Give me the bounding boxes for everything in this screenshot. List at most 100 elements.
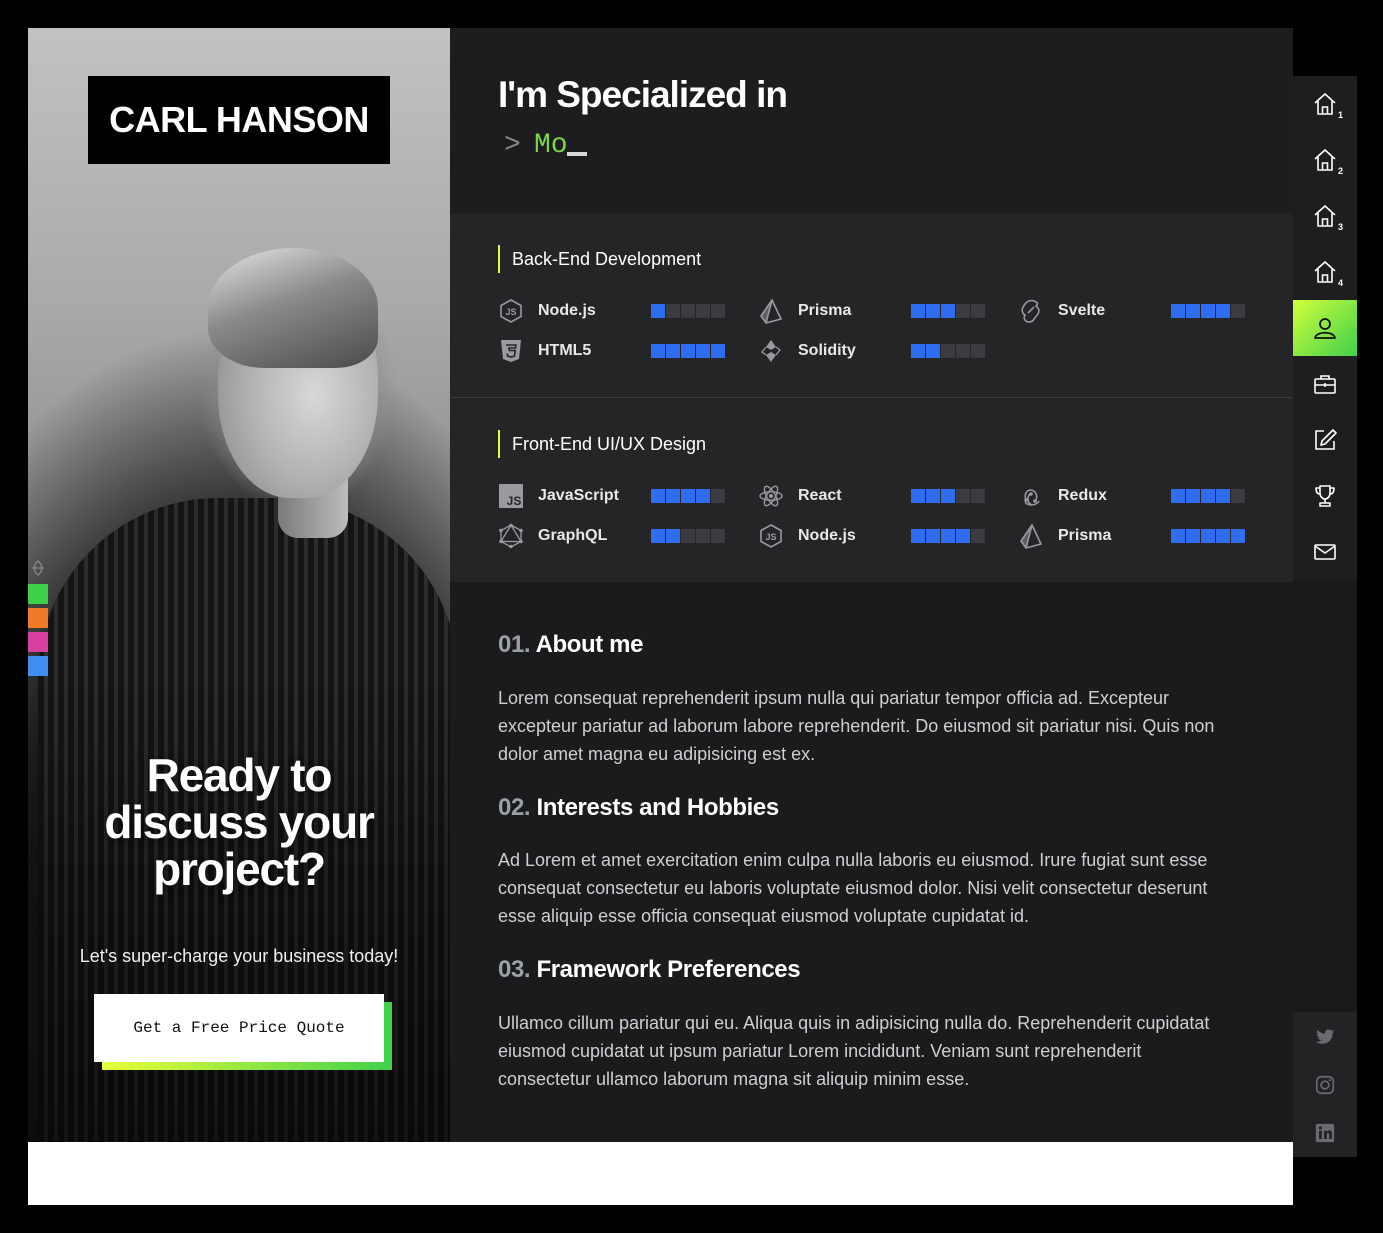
skill-level-segment: [1201, 529, 1215, 543]
about-number: 02.: [498, 794, 531, 821]
skill-name: GraphQL: [538, 527, 608, 544]
about-heading-2: 02. Interests and Hobbies: [498, 794, 779, 822]
backend-skill: HTML5: [498, 337, 651, 365]
frontend-skill: JS JavaScript: [498, 482, 651, 510]
color-swatch-pink[interactable]: [28, 632, 48, 652]
skill-level-segment: [971, 344, 985, 358]
skill-level-segment: [1186, 529, 1200, 543]
skill-level-segment: [1171, 304, 1185, 318]
specialized-title: I'm Specialized in: [498, 74, 788, 115]
nav-item-mail[interactable]: [1293, 524, 1357, 580]
nav-item-user[interactable]: [1293, 300, 1357, 356]
skill-level-segment: [666, 344, 680, 358]
nav-item-briefcase[interactable]: [1293, 356, 1357, 412]
skill-level-segment: [956, 489, 970, 503]
cta-title: Ready to discuss your project?: [28, 752, 450, 893]
logo[interactable]: CARL HANSON: [88, 76, 390, 164]
cta-title-line: project?: [153, 843, 326, 895]
nodejs-icon: JS: [758, 523, 784, 549]
home-icon: [1312, 203, 1338, 229]
skill-name: HTML5: [538, 342, 592, 359]
skill-name: Prisma: [798, 302, 852, 319]
backend-skill: Svelte: [1018, 297, 1171, 325]
skill-level-segment: [711, 344, 725, 358]
about-paragraph-3: Ullamco cillum pariatur qui eu. Aliqua q…: [498, 1013, 1210, 1089]
home-icon: [1312, 259, 1338, 285]
skill-level-segment: [911, 344, 925, 358]
color-swatch-blue[interactable]: [28, 656, 48, 676]
skill-level-segment: [696, 304, 710, 318]
skill-level-segment: [681, 304, 695, 318]
skill-name: React: [798, 487, 842, 504]
user-icon: [1312, 315, 1338, 341]
skill-level-segment: [651, 344, 665, 358]
home-icon: [1312, 147, 1338, 173]
skill-level-segment: [926, 344, 940, 358]
about-number: 03.: [498, 956, 531, 983]
skill-level-bar: [911, 489, 985, 503]
skill-level-segment: [711, 304, 725, 318]
skill-level-segment: [1231, 304, 1245, 318]
react-icon: [758, 483, 784, 509]
specialized-header: [450, 28, 1293, 213]
frontend-heading: Front-End UI/UX Design: [498, 430, 706, 458]
skill-name: Node.js: [538, 302, 596, 319]
nav-item-number: 1: [1338, 110, 1344, 120]
svg-text:JS: JS: [765, 532, 776, 542]
skill-level-segment: [1201, 304, 1215, 318]
color-swatch-orange[interactable]: [28, 608, 48, 628]
linkedin-link[interactable]: [1293, 1109, 1357, 1157]
skill-level-segment: [696, 489, 710, 503]
typed-text: Mo: [534, 130, 568, 161]
skill-level-segment: [926, 489, 940, 503]
skill-level-bar: [911, 529, 985, 543]
about-paragraph-2: Ad Lorem et amet exercitation enim culpa…: [498, 850, 1208, 926]
skill-name: JavaScript: [538, 487, 619, 504]
cta-subtitle: Let's super-charge your business today!: [79, 946, 399, 966]
hero-panel: [28, 28, 450, 1142]
about-paragraph-1: Lorem consequat reprehenderit ipsum null…: [498, 688, 1215, 764]
skill-level-segment: [971, 529, 985, 543]
backend-skill: Prisma: [758, 297, 911, 325]
html5-icon: [498, 338, 524, 364]
skill-level-segment: [1231, 529, 1245, 543]
palette-icon[interactable]: [30, 560, 46, 576]
about-number: 01.: [498, 631, 531, 658]
skill-level-segment: [926, 529, 940, 543]
nav-item-home-3[interactable]: 3: [1293, 188, 1357, 244]
nav-item-home-1[interactable]: 1: [1293, 76, 1357, 132]
skill-level-segment: [666, 304, 680, 318]
nav-item-number: 3: [1338, 222, 1344, 232]
nodejs-icon: JS: [498, 298, 524, 324]
skill-level-segment: [911, 489, 925, 503]
prompt-chevron: >: [504, 130, 521, 161]
skill-level-segment: [681, 529, 695, 543]
color-swatch-green[interactable]: [28, 584, 48, 604]
twitter-icon: [1314, 1026, 1336, 1048]
frontend-skill: React: [758, 482, 911, 510]
backend-skill: JS Node.js: [498, 297, 651, 325]
twitter-link[interactable]: [1293, 1013, 1357, 1061]
nav-item-edit[interactable]: [1293, 412, 1357, 468]
free-quote-button[interactable]: Get a Free Price Quote: [94, 994, 384, 1062]
skill-level-bar: [911, 344, 985, 358]
trophy-icon: [1312, 483, 1338, 509]
skill-level-segment: [971, 489, 985, 503]
skill-level-segment: [651, 529, 665, 543]
skill-level-segment: [1171, 489, 1185, 503]
nav-item-trophy[interactable]: [1293, 468, 1357, 524]
skill-level-segment: [911, 304, 925, 318]
skill-level-segment: [696, 344, 710, 358]
mail-icon: [1312, 539, 1338, 565]
nav-item-home-4[interactable]: 4: [1293, 244, 1357, 300]
nav-item-home-2[interactable]: 2: [1293, 132, 1357, 188]
skill-level-segment: [956, 529, 970, 543]
instagram-link[interactable]: [1293, 1061, 1357, 1109]
svg-text:JS: JS: [505, 307, 516, 317]
skill-level-segment: [941, 489, 955, 503]
skill-level-segment: [1216, 304, 1230, 318]
skill-level-segment: [911, 529, 925, 543]
skill-name: Redux: [1058, 487, 1107, 504]
skill-name: Solidity: [798, 342, 856, 359]
skill-level-bar: [911, 304, 985, 318]
